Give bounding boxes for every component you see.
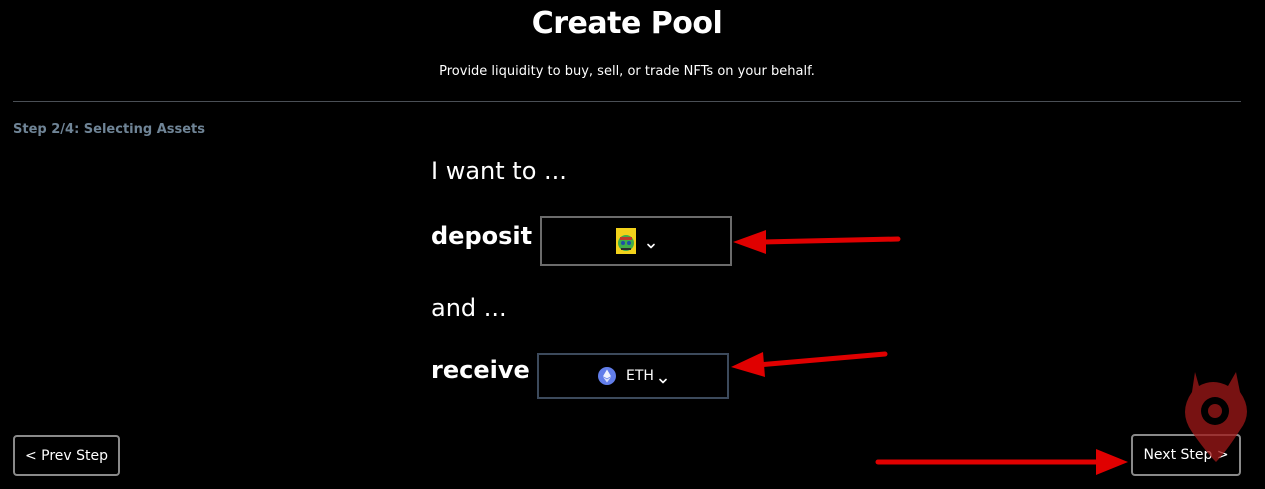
ethereum-icon: [598, 367, 617, 385]
annotation-arrow-deposit: [733, 230, 901, 254]
annotation-arrow-receive: [731, 351, 888, 377]
chevron-down-icon: [646, 236, 656, 249]
and-text: and ...: [431, 294, 507, 322]
prev-step-button[interactable]: < Prev Step: [13, 435, 120, 476]
page-title: Create Pool: [531, 6, 723, 41]
step-indicator: Step 2/4: Selecting Assets: [13, 122, 206, 137]
next-step-button[interactable]: Next Step >: [1131, 434, 1241, 476]
annotation-arrow-next: [875, 449, 1128, 475]
page-subtitle: Provide liquidity to buy, sell, or trade…: [439, 64, 815, 79]
receive-token-label: ETH: [626, 368, 654, 384]
nft-collection-icon: [616, 228, 636, 254]
receive-label: receive: [431, 356, 530, 384]
header-divider: [13, 101, 1241, 102]
deposit-asset-select[interactable]: [540, 216, 732, 266]
chevron-down-icon: [658, 371, 668, 384]
receive-token-select[interactable]: ETH: [537, 353, 729, 399]
deposit-label: deposit: [431, 222, 533, 250]
intro-text: I want to ...: [431, 157, 567, 185]
